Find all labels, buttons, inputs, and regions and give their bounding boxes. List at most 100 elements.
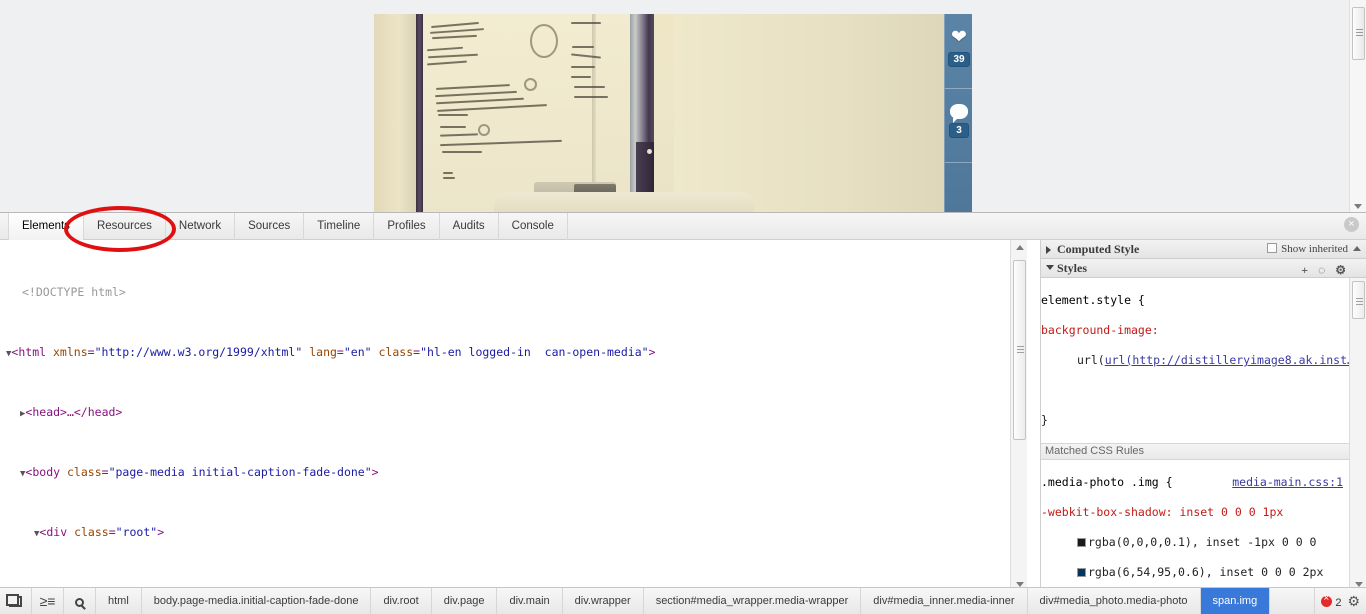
breadcrumb-item-div-wrapper[interactable]: div.wrapper bbox=[563, 588, 644, 614]
dom-tree: <!DOCTYPE html> ▼<html xmlns="http://www… bbox=[0, 240, 1010, 592]
rule-selector-line[interactable]: .media-photo .img {media-main.css:1 bbox=[1041, 475, 1349, 490]
tab-audits[interactable]: Audits bbox=[440, 213, 499, 240]
shadow-line-1: rgba(0,0,0,0.1), inset -1px 0 0 0 bbox=[1041, 535, 1349, 550]
photo-board-screw bbox=[647, 149, 652, 154]
photo-wall bbox=[674, 14, 944, 212]
element-style-value[interactable]: url(url(http://distilleryimage8.ak.inst… bbox=[1041, 353, 1349, 368]
ink-circle bbox=[530, 24, 558, 58]
element-style-selector: element.style { bbox=[1041, 293, 1145, 307]
tab-console[interactable]: Console bbox=[499, 213, 568, 240]
comment-count: 3 bbox=[949, 123, 969, 138]
scrollbar-grip-icon bbox=[1356, 29, 1363, 36]
page-scrollbar-thumb[interactable] bbox=[1352, 7, 1365, 60]
dom-tree-scrollbar[interactable] bbox=[1010, 240, 1027, 592]
breadcrumb-item-section-media-wrapper[interactable]: section#media_wrapper.media-wrapper bbox=[644, 588, 862, 614]
comment-bubble-icon bbox=[950, 104, 968, 123]
breadcrumb-item-body[interactable]: body.page-media.initial-caption-fade-don… bbox=[142, 588, 372, 614]
breadcrumb-item-div-main[interactable]: div.main bbox=[497, 588, 563, 614]
styles-content[interactable]: element.style { background-image: url(ur… bbox=[1041, 278, 1349, 592]
element-style-prop[interactable]: background-image: bbox=[1041, 323, 1349, 338]
rule-source-link[interactable]: media-main.css:1 bbox=[1232, 475, 1343, 490]
devtools-tabbar: Elements Resources Network Sources Timeline P… bbox=[0, 213, 1366, 240]
scrollbar-grip-icon bbox=[1356, 298, 1363, 305]
tab-timeline[interactable]: Timeline bbox=[304, 213, 375, 240]
breadcrumb-item-span-img[interactable]: span.img bbox=[1200, 588, 1271, 614]
tab-profiles[interactable]: Profiles bbox=[374, 213, 440, 240]
devtools-panel: Elements Resources Network Sources Timeline P… bbox=[0, 212, 1366, 614]
webkit-box-shadow-line[interactable]: -webkit-box-shadow: inset 0 0 0 1px bbox=[1041, 505, 1349, 520]
color-swatch[interactable] bbox=[1077, 538, 1086, 547]
comment-button[interactable]: 3 bbox=[945, 102, 972, 138]
tag-name: html bbox=[18, 345, 47, 359]
page-vertical-scrollbar[interactable] bbox=[1349, 0, 1366, 212]
search-glyph bbox=[75, 598, 84, 607]
like-count: 39 bbox=[948, 52, 970, 67]
attr-name: xmlns bbox=[53, 345, 88, 359]
breadcrumb-item-div-page[interactable]: div.page bbox=[432, 588, 498, 614]
error-icon[interactable] bbox=[1321, 593, 1333, 607]
dom-line-div-root[interactable]: ▼<div class="root"> bbox=[0, 525, 1010, 540]
scrollbar-grip-icon bbox=[1017, 346, 1024, 353]
breadcrumb-item-div-root[interactable]: div.root bbox=[371, 588, 432, 614]
ink-circle bbox=[524, 78, 537, 91]
console-drawer-icon[interactable]: ≥≡ bbox=[32, 588, 64, 614]
gear-icon[interactable]: ⚙ bbox=[1335, 263, 1346, 277]
tab-sources[interactable]: Sources bbox=[235, 213, 305, 240]
checkbox-icon[interactable] bbox=[1267, 243, 1278, 253]
styles-header[interactable]: Styles + ◌ ⚙ bbox=[1041, 259, 1366, 278]
scroll-up-arrow-icon[interactable] bbox=[1016, 245, 1024, 250]
breadcrumb-item-div-media-inner[interactable]: div#media_inner.media-inner bbox=[861, 588, 1028, 614]
browser-viewport: ❤ 39 3 bbox=[0, 0, 1366, 212]
scroll-up-arrow-icon[interactable] bbox=[1353, 246, 1361, 251]
dom-scrollbar-thumb[interactable] bbox=[1013, 260, 1026, 440]
computed-style-header[interactable]: Computed Style Show inherited bbox=[1041, 240, 1366, 259]
devtools-status-bar: ≥≡ html body.page-media.initial-caption-fa… bbox=[0, 587, 1366, 614]
styles-sidebar: Computed Style Show inherited Styles + ◌… bbox=[1040, 240, 1366, 592]
status-bar-right: 2⚙ bbox=[1314, 588, 1366, 614]
tab-resources[interactable]: Resources bbox=[84, 213, 166, 240]
breadcrumb-item-div-media-photo[interactable]: div#media_photo.media-photo bbox=[1028, 588, 1201, 614]
head-node: <head>…</head> bbox=[25, 405, 123, 419]
error-count: 2 bbox=[1335, 597, 1342, 609]
element-state-icon[interactable]: ◌ bbox=[1318, 263, 1325, 277]
shadow-value: rgba(6,54,95,0.6), inset 0 0 0 2px bbox=[1088, 565, 1324, 579]
attr-value: "en" bbox=[343, 345, 372, 359]
ink-stroke bbox=[442, 151, 482, 153]
like-button[interactable]: ❤ 39 bbox=[945, 28, 972, 67]
computed-style-title: Computed Style bbox=[1057, 242, 1140, 256]
ink-stroke bbox=[440, 126, 466, 128]
photo-image bbox=[374, 14, 944, 212]
ink-stroke bbox=[572, 46, 594, 48]
inspect-element-icon[interactable] bbox=[0, 588, 32, 614]
plus-icon[interactable]: + bbox=[1301, 263, 1308, 277]
close-icon[interactable]: × bbox=[1344, 217, 1359, 232]
show-inherited-toggle[interactable]: Show inherited bbox=[1267, 240, 1348, 259]
photo-board-frame-left bbox=[416, 14, 423, 212]
styles-scrollbar[interactable] bbox=[1349, 278, 1366, 592]
color-swatch[interactable] bbox=[1077, 568, 1086, 577]
chevron-down-icon[interactable] bbox=[1046, 265, 1054, 270]
heart-icon: ❤ bbox=[951, 27, 967, 48]
dom-line-body[interactable]: ▼<body class="page-media initial-caption… bbox=[0, 465, 1010, 480]
ink-circle bbox=[478, 124, 490, 136]
doctype-text: <!DOCTYPE html> bbox=[22, 285, 126, 299]
gear-icon[interactable]: ⚙ bbox=[1347, 593, 1360, 609]
breadcrumb-item-html[interactable]: html bbox=[96, 588, 142, 614]
ink-stroke bbox=[438, 114, 468, 116]
media-photo[interactable]: ❤ 39 3 bbox=[374, 14, 972, 212]
ink-stroke bbox=[571, 76, 591, 78]
search-icon[interactable] bbox=[64, 588, 96, 614]
chevron-right-icon[interactable] bbox=[1046, 246, 1051, 254]
tab-network[interactable]: Network bbox=[166, 213, 236, 240]
background-image-url[interactable]: url(http://distilleryimage8.ak.inst… bbox=[1105, 353, 1349, 367]
dom-tree-pane[interactable]: <!DOCTYPE html> ▼<html xmlns="http://www… bbox=[0, 240, 1027, 592]
scroll-down-arrow-icon[interactable] bbox=[1354, 204, 1362, 209]
styles-title: Styles bbox=[1057, 261, 1087, 275]
dom-line-head[interactable]: ▶<head>…</head> bbox=[0, 405, 1010, 420]
ink-stroke bbox=[574, 86, 605, 88]
styles-scrollbar-thumb[interactable] bbox=[1352, 281, 1365, 319]
tab-elements[interactable]: Elements bbox=[8, 213, 84, 240]
dom-line-html[interactable]: ▼<html xmlns="http://www.w3.org/1999/xht… bbox=[0, 345, 1010, 360]
attr-value: "hl-en logged-in can-open-media" bbox=[420, 345, 649, 359]
ink-stroke bbox=[574, 96, 608, 98]
